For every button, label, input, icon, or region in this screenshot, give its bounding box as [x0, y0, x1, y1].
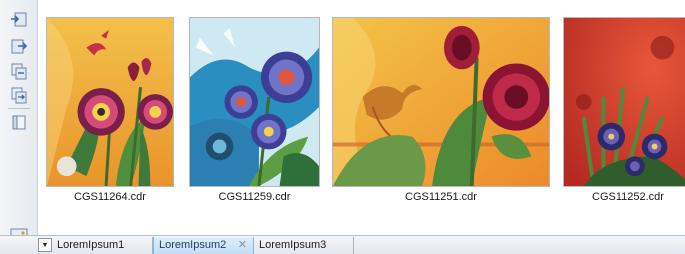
thumbnail-caption: CGS11264.cdr	[74, 191, 146, 203]
properties-icon[interactable]	[9, 113, 29, 132]
thumbnail-3[interactable]	[332, 17, 550, 187]
tab-list-dropdown-button[interactable]: ▼	[38, 238, 52, 252]
tab-loremipsum2[interactable]: LoremIpsum2 ✕	[153, 237, 254, 254]
thumbnail-caption: CGS11259.cdr	[218, 191, 291, 203]
thumbnail-1[interactable]	[46, 17, 174, 187]
move-icon[interactable]	[9, 86, 29, 105]
import-icon[interactable]	[9, 10, 29, 29]
tab-loremipsum1[interactable]: LoremIpsum1	[52, 237, 153, 254]
left-toolbar	[0, 0, 38, 254]
tab-label: LoremIpsum3	[259, 239, 327, 251]
toolbar-separator	[8, 108, 30, 109]
thumbnail-caption: CGS11252.cdr	[592, 191, 664, 203]
export-icon[interactable]	[9, 37, 29, 56]
tab-loremipsum3[interactable]: LoremIpsum3	[254, 237, 354, 254]
thumbnail-2[interactable]	[189, 17, 320, 187]
close-icon[interactable]: ✕	[238, 237, 247, 253]
tab-label: LoremIpsum1	[57, 239, 125, 251]
thumbnail-4[interactable]	[563, 17, 685, 187]
document-tab-bar: ▼ LoremIpsum1 LoremIpsum2 ✕ LoremIpsum3	[0, 235, 685, 254]
tab-label: LoremIpsum2	[159, 239, 227, 251]
copy-icon[interactable]	[9, 62, 29, 81]
thumbnail-view: CGS11264.cdr CGS11259.cdr CGS11251.cdr C…	[38, 0, 685, 235]
thumbnail-caption: CGS11251.cdr	[405, 191, 477, 203]
